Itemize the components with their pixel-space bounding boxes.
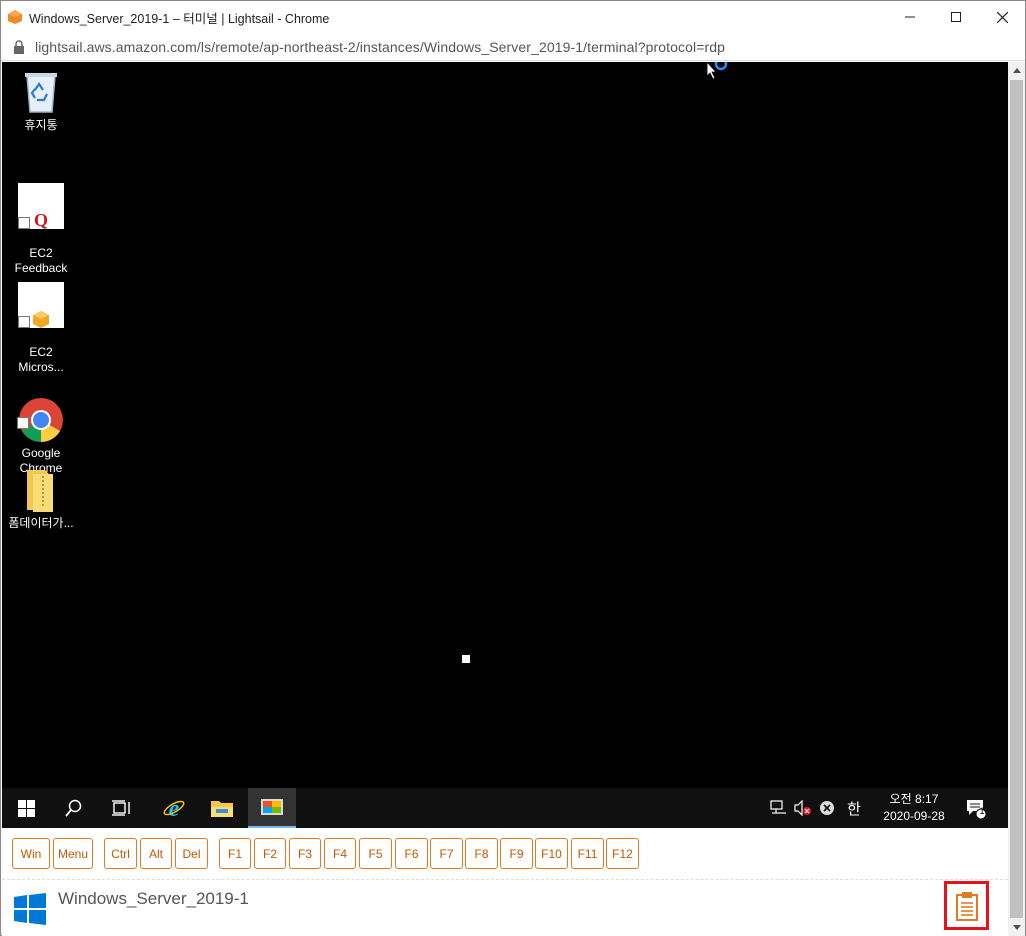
file-explorer-button[interactable]	[200, 788, 244, 828]
shortcut-arrow-icon	[18, 316, 30, 328]
volume-muted-icon	[794, 800, 811, 816]
desktop-icon-label: 폼데이터가...	[8, 516, 74, 530]
search-icon	[65, 799, 82, 817]
shortcut-arrow-icon	[17, 417, 29, 429]
volume-tray-button[interactable]	[792, 788, 814, 828]
lightsail-logo-icon	[8, 10, 22, 24]
taskbar-clock[interactable]: 오전 8:17 2020-09-28	[870, 791, 958, 825]
instance-name: Windows_Server_2019-1	[58, 889, 249, 908]
task-view-icon	[112, 800, 130, 816]
key-f5-button[interactable]: F5	[359, 838, 392, 869]
remote-app-taskbar-button[interactable]	[248, 788, 296, 828]
mouse-cursor-icon	[706, 62, 728, 80]
close-icon	[996, 11, 1008, 23]
clock-time: 오전 8:17	[889, 792, 939, 806]
key-alt-button[interactable]: Alt	[140, 838, 172, 869]
maximize-button[interactable]	[933, 1, 979, 33]
desktop-icon-label: 휴지통	[24, 118, 58, 132]
url-text[interactable]: lightsail.aws.amazon.com/ls/remote/ap-no…	[35, 39, 725, 55]
minimize-button[interactable]	[887, 1, 933, 33]
svg-text:e: e	[169, 796, 180, 820]
key-f12-button[interactable]: F12	[606, 838, 639, 869]
scroll-up-arrow[interactable]	[1008, 62, 1025, 79]
ime-indicator: 한	[847, 799, 861, 818]
key-f6-button[interactable]: F6	[395, 838, 428, 869]
close-button[interactable]	[979, 1, 1025, 33]
ime-tray-button[interactable]: 한	[842, 788, 866, 828]
browser-window: Windows_Server_2019-1 – 터미널 | Lightsail …	[0, 0, 1026, 936]
key-f11-button[interactable]: F11	[571, 838, 604, 869]
file-explorer-icon	[211, 801, 233, 817]
key-f9-button[interactable]: F9	[500, 838, 533, 869]
clipboard-icon	[955, 891, 978, 921]
scroll-down-icon	[1012, 925, 1021, 930]
key-f1-button[interactable]: F1	[219, 838, 251, 869]
error-status-icon	[820, 801, 834, 815]
network-icon	[770, 800, 786, 814]
special-keys-toolbar: Win Menu Ctrl Alt Del F1 F2 F3 F4 F5 F6 …	[2, 828, 1008, 880]
lock-icon	[14, 39, 24, 54]
key-win-button[interactable]: Win	[12, 838, 50, 869]
svg-text:Q: Q	[34, 210, 48, 230]
title-bar: Windows_Server_2019-1 – 터미널 | Lightsail …	[1, 1, 1025, 33]
search-button[interactable]	[54, 788, 94, 828]
task-view-button[interactable]	[102, 788, 142, 828]
remote-desktop-canvas[interactable]: 휴지통 Q EC2 Feedback EC2 Micros... Google …	[2, 62, 1008, 828]
minimize-icon	[905, 16, 915, 18]
clipboard-button[interactable]	[944, 881, 989, 930]
maximize-icon	[951, 12, 961, 22]
windows-start-icon	[17, 799, 35, 817]
window-title: Windows_Server_2019-1 – 터미널 | Lightsail …	[29, 11, 330, 26]
recycle-bin-icon	[25, 73, 57, 113]
key-del-button[interactable]: Del	[175, 838, 208, 869]
network-tray-button[interactable]	[768, 788, 790, 828]
instance-info-bar: Windows_Server_2019-1	[2, 880, 1008, 936]
key-f4-button[interactable]: F4	[324, 838, 356, 869]
desktop-icon-recycle-bin[interactable]: 휴지통	[2, 68, 80, 133]
key-f3-button[interactable]: F3	[289, 838, 321, 869]
internet-explorer-button[interactable]: e	[152, 788, 196, 828]
status-tray-button[interactable]	[816, 788, 838, 828]
key-f7-button[interactable]: F7	[430, 838, 463, 869]
key-menu-button[interactable]: Menu	[53, 838, 93, 869]
action-center-button[interactable]: 1	[958, 788, 994, 828]
clock-date: 2020-09-28	[883, 809, 945, 823]
remote-cursor-marker	[462, 655, 470, 663]
shortcut-arrow-icon	[18, 217, 30, 229]
scroll-thumb[interactable]	[1010, 80, 1023, 918]
key-f8-button[interactable]: F8	[465, 838, 498, 869]
key-f10-button[interactable]: F10	[535, 838, 568, 869]
scroll-down-arrow[interactable]	[1008, 919, 1025, 936]
key-ctrl-button[interactable]: Ctrl	[104, 838, 137, 869]
internet-explorer-icon: e	[163, 796, 185, 820]
key-f2-button[interactable]: F2	[254, 838, 286, 869]
notification-count-badge: 1	[979, 806, 985, 816]
address-bar[interactable]: lightsail.aws.amazon.com/ls/remote/ap-no…	[1, 33, 1025, 61]
page-scrollbar[interactable]	[1008, 62, 1025, 936]
folder-icon	[27, 470, 53, 512]
scroll-up-icon	[1012, 68, 1021, 73]
desktop-icon-folder[interactable]: 폼데이터가...	[2, 466, 80, 531]
windows-logo-icon	[14, 893, 46, 925]
start-button[interactable]	[6, 788, 46, 828]
remote-app-icon	[261, 799, 283, 815]
windows-taskbar: e 한 오전 8:17 2020-09-28 1	[2, 788, 1008, 828]
